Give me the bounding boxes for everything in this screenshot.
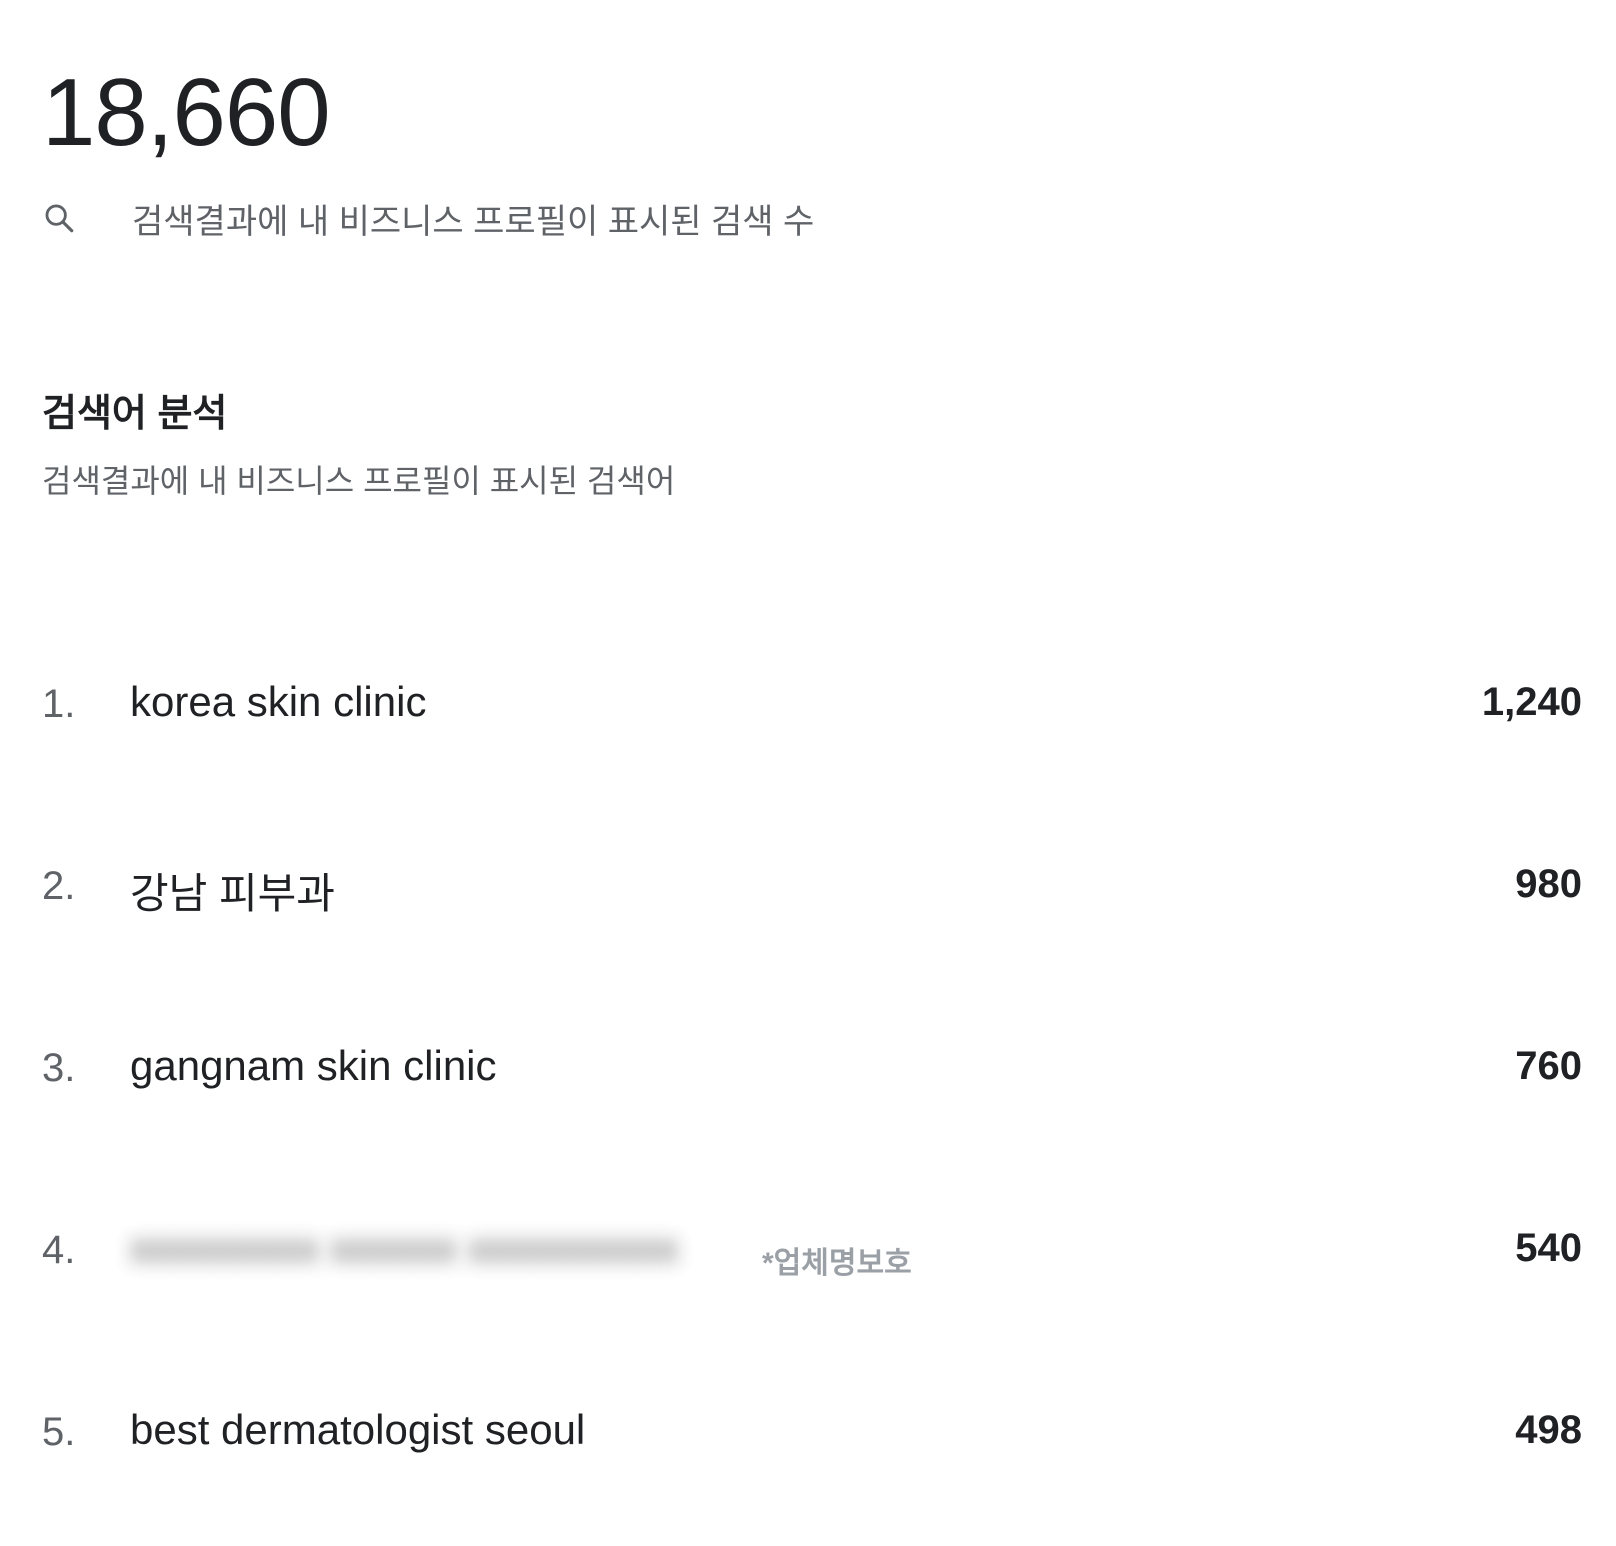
redaction-note: *업체명보호 xyxy=(762,1247,912,1280)
query-term: best dermatologist seoul xyxy=(130,1406,586,1453)
query-list: 1. korea skin clinic 1,240 2. 강남 피부과 980… xyxy=(42,636,1582,1546)
section-subtitle: 검색결과에 내 비즈니스 프로필이 표시된 검색어 xyxy=(42,463,676,499)
query-rank: 1. xyxy=(42,682,76,726)
search-icon xyxy=(42,198,82,238)
metric-label: 검색결과에 내 비즈니스 프로필이 표시된 검색 수 xyxy=(132,202,815,241)
list-item: 5. best dermatologist seoul 498 xyxy=(42,1364,1582,1546)
query-count: 540 xyxy=(1515,1226,1582,1270)
query-term: gangnam skin clinic xyxy=(130,1042,497,1089)
metric-row: 검색결과에 내 비즈니스 프로필이 표시된 검색 수 xyxy=(42,196,815,241)
redacted-query-term: xxxxxxxxx xxxxxx xxxxxxxxxx xyxy=(130,1224,679,1271)
query-term: korea skin clinic xyxy=(130,678,427,725)
query-rank: 5. xyxy=(42,1410,76,1454)
list-item: 4. xxxxxxxxx xxxxxx xxxxxxxxxx *업체명보호 54… xyxy=(42,1182,1582,1364)
query-rank: 3. xyxy=(42,1046,76,1090)
query-count: 980 xyxy=(1515,862,1582,906)
query-term: 강남 피부과 xyxy=(130,870,335,917)
query-rank: 2. xyxy=(42,864,76,908)
list-item: 3. gangnam skin clinic 760 xyxy=(42,1000,1582,1182)
query-rank: 4. xyxy=(42,1228,76,1272)
total-search-count: 18,660 xyxy=(42,59,331,166)
section-title: 검색어 분석 xyxy=(42,393,228,435)
list-item: 1. korea skin clinic 1,240 xyxy=(42,636,1582,818)
query-count: 498 xyxy=(1515,1408,1582,1452)
query-count: 760 xyxy=(1515,1044,1582,1088)
query-count: 1,240 xyxy=(1481,680,1582,724)
list-item: 2. 강남 피부과 980 xyxy=(42,818,1582,1000)
